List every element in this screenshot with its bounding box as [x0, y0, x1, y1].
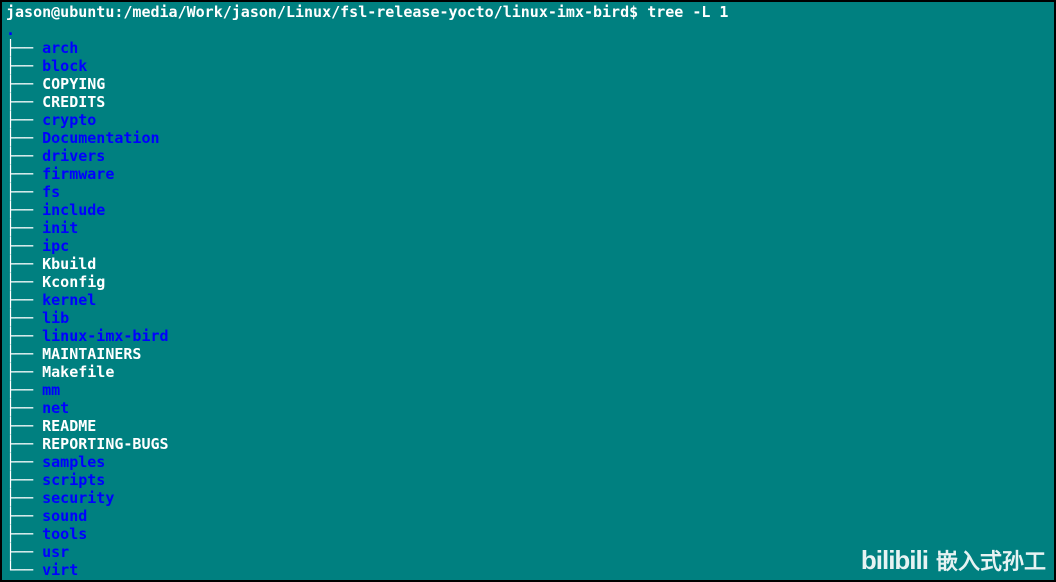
- watermark-text: 嵌入式孙工: [936, 544, 1046, 576]
- tree-branch-icon: ├──: [6, 291, 42, 309]
- tree-list: ├── arch├── block├── COPYING├── CREDITS├…: [6, 39, 1050, 579]
- directory-name: mm: [42, 381, 60, 399]
- directory-name: block: [42, 57, 87, 75]
- tree-branch-icon: ├──: [6, 309, 42, 327]
- tree-entry: ├── net: [6, 399, 1050, 417]
- directory-name: linux-imx-bird: [42, 327, 168, 345]
- tree-branch-icon: ├──: [6, 111, 42, 129]
- tree-branch-icon: ├──: [6, 417, 42, 435]
- tree-entry: ├── sound: [6, 507, 1050, 525]
- shell-prompt: jason@ubuntu:/media/Work/jason/Linux/fsl…: [6, 3, 647, 21]
- directory-name: usr: [42, 543, 69, 561]
- file-name: REPORTING-BUGS: [42, 435, 168, 453]
- directory-name: firmware: [42, 165, 114, 183]
- tree-entry: ├── security: [6, 489, 1050, 507]
- tree-branch-icon: ├──: [6, 471, 42, 489]
- tree-entry: ├── samples: [6, 453, 1050, 471]
- tree-entry: ├── init: [6, 219, 1050, 237]
- tree-branch-icon: ├──: [6, 147, 42, 165]
- tree-branch-icon: ├──: [6, 453, 42, 471]
- tree-branch-icon: ├──: [6, 165, 42, 183]
- tree-entry: ├── README: [6, 417, 1050, 435]
- file-name: Kconfig: [42, 273, 105, 291]
- tree-branch-icon: ├──: [6, 327, 42, 345]
- tree-entry: ├── firmware: [6, 165, 1050, 183]
- directory-name: tools: [42, 525, 87, 543]
- tree-entry: ├── tools: [6, 525, 1050, 543]
- tree-branch-icon: ├──: [6, 237, 42, 255]
- tree-entry: ├── MAINTAINERS: [6, 345, 1050, 363]
- directory-name: crypto: [42, 111, 96, 129]
- tree-branch-icon: ├──: [6, 183, 42, 201]
- directory-name: net: [42, 399, 69, 417]
- tree-entry: ├── COPYING: [6, 75, 1050, 93]
- file-name: Kbuild: [42, 255, 96, 273]
- tree-branch-icon: ├──: [6, 255, 42, 273]
- tree-branch-icon: ├──: [6, 129, 42, 147]
- prompt-line: jason@ubuntu:/media/Work/jason/Linux/fsl…: [6, 3, 1050, 21]
- directory-name: drivers: [42, 147, 105, 165]
- tree-entry: ├── arch: [6, 39, 1050, 57]
- tree-entry: ├── kernel: [6, 291, 1050, 309]
- tree-branch-icon: ├──: [6, 507, 42, 525]
- tree-branch-icon: ├──: [6, 381, 42, 399]
- tree-entry: ├── fs: [6, 183, 1050, 201]
- tree-branch-icon: ├──: [6, 435, 42, 453]
- file-name: README: [42, 417, 96, 435]
- shell-command: tree -L 1: [647, 3, 728, 21]
- file-name: Makefile: [42, 363, 114, 381]
- tree-entry: ├── lib: [6, 309, 1050, 327]
- directory-name: sound: [42, 507, 87, 525]
- tree-entry: ├── Documentation: [6, 129, 1050, 147]
- tree-branch-icon: ├──: [6, 39, 42, 57]
- directory-name: lib: [42, 309, 69, 327]
- tree-branch-icon: ├──: [6, 363, 42, 381]
- directory-name: ipc: [42, 237, 69, 255]
- directory-name: samples: [42, 453, 105, 471]
- file-name: MAINTAINERS: [42, 345, 141, 363]
- directory-name: security: [42, 489, 114, 507]
- tree-entry: ├── include: [6, 201, 1050, 219]
- tree-entry: ├── Makefile: [6, 363, 1050, 381]
- file-name: COPYING: [42, 75, 105, 93]
- tree-branch-icon: ├──: [6, 219, 42, 237]
- tree-branch-icon: ├──: [6, 201, 42, 219]
- tree-entry: ├── linux-imx-bird: [6, 327, 1050, 345]
- bilibili-logo: bilibili: [861, 545, 928, 576]
- tree-entry: ├── CREDITS: [6, 93, 1050, 111]
- tree-root: .: [6, 21, 1050, 39]
- tree-entry: ├── ipc: [6, 237, 1050, 255]
- directory-name: virt: [42, 561, 78, 579]
- directory-name: kernel: [42, 291, 96, 309]
- tree-entry: ├── mm: [6, 381, 1050, 399]
- tree-branch-icon: ├──: [6, 543, 42, 561]
- tree-entry: ├── Kbuild: [6, 255, 1050, 273]
- tree-branch-icon: ├──: [6, 273, 42, 291]
- tree-branch-icon: ├──: [6, 345, 42, 363]
- tree-entry: ├── REPORTING-BUGS: [6, 435, 1050, 453]
- tree-branch-icon: ├──: [6, 93, 42, 111]
- tree-entry: ├── block: [6, 57, 1050, 75]
- directory-name: scripts: [42, 471, 105, 489]
- tree-entry: ├── crypto: [6, 111, 1050, 129]
- tree-branch-icon: ├──: [6, 525, 42, 543]
- directory-name: Documentation: [42, 129, 159, 147]
- terminal-output[interactable]: jason@ubuntu:/media/Work/jason/Linux/fsl…: [2, 2, 1054, 580]
- tree-branch-icon: ├──: [6, 489, 42, 507]
- file-name: CREDITS: [42, 93, 105, 111]
- tree-branch-icon: ├──: [6, 57, 42, 75]
- tree-entry: ├── drivers: [6, 147, 1050, 165]
- tree-entry: ├── Kconfig: [6, 273, 1050, 291]
- directory-name: init: [42, 219, 78, 237]
- tree-branch-icon: └──: [6, 561, 42, 579]
- tree-branch-icon: ├──: [6, 399, 42, 417]
- tree-branch-icon: ├──: [6, 75, 42, 93]
- directory-name: fs: [42, 183, 60, 201]
- tree-entry: ├── scripts: [6, 471, 1050, 489]
- watermark: bilibili 嵌入式孙工: [861, 544, 1046, 576]
- directory-name: include: [42, 201, 105, 219]
- directory-name: arch: [42, 39, 78, 57]
